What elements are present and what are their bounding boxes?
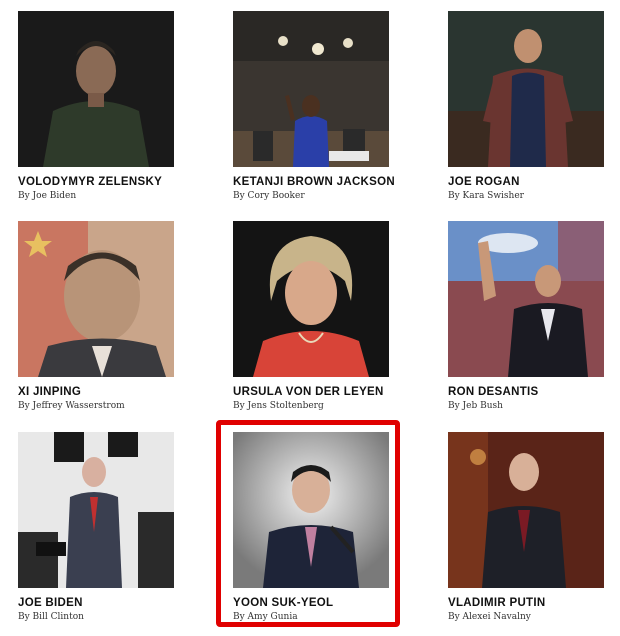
card-byline: By Jeffrey Wasserstrom — [18, 401, 125, 411]
card-name[interactable]: KETANJI BROWN JACKSON — [233, 176, 395, 189]
portrait-photo[interactable] — [233, 432, 389, 588]
card-byline: By Alexei Navalny — [448, 612, 531, 622]
card-byline: By Amy Gunia — [233, 612, 298, 622]
card-name[interactable]: XI JINPING — [18, 386, 174, 399]
portrait-photo[interactable] — [18, 221, 174, 377]
card-byline: By Kara Swisher — [448, 191, 524, 201]
card-name[interactable]: YOON SUK-YEOL — [233, 597, 389, 610]
portrait-photo[interactable] — [448, 432, 604, 588]
portrait-photo[interactable] — [18, 432, 174, 588]
card-vladimir-putin[interactable]: VLADIMIR PUTIN By Alexei Navalny — [448, 432, 604, 623]
card-byline: By Cory Booker — [233, 191, 305, 201]
card-name[interactable]: JOE BIDEN — [18, 597, 174, 610]
card-joe-biden[interactable]: JOE BIDEN By Bill Clinton — [18, 432, 174, 623]
portrait-photo[interactable] — [233, 221, 389, 377]
card-name[interactable]: RON DESANTIS — [448, 386, 604, 399]
card-byline: By Bill Clinton — [18, 612, 84, 622]
card-ron-desantis[interactable]: RON DESANTIS By Jeb Bush — [448, 221, 604, 412]
card-name[interactable]: VLADIMIR PUTIN — [448, 597, 604, 610]
card-xi-jinping[interactable]: XI JINPING By Jeffrey Wasserstrom — [18, 221, 174, 412]
card-ketanji-brown-jackson[interactable]: KETANJI BROWN JACKSON By Cory Booker — [233, 11, 395, 202]
card-yoon-suk-yeol[interactable]: YOON SUK-YEOL By Amy Gunia — [233, 432, 389, 623]
card-name[interactable]: JOE ROGAN — [448, 176, 604, 189]
portrait-photo[interactable] — [448, 221, 604, 377]
card-ursula-von-der-leyen[interactable]: URSULA VON DER LEYEN By Jens Stoltenberg — [233, 221, 389, 412]
card-volodymyr-zelensky[interactable]: VOLODYMYR ZELENSKY By Joe Biden — [18, 11, 174, 202]
card-name[interactable]: URSULA VON DER LEYEN — [233, 386, 389, 399]
portrait-photo[interactable] — [448, 11, 604, 167]
card-byline: By Jeb Bush — [448, 401, 503, 411]
card-joe-rogan[interactable]: JOE ROGAN By Kara Swisher — [448, 11, 604, 202]
card-byline: By Joe Biden — [18, 191, 77, 201]
portrait-photo[interactable] — [233, 11, 389, 167]
card-byline: By Jens Stoltenberg — [233, 401, 324, 411]
card-name[interactable]: VOLODYMYR ZELENSKY — [18, 176, 174, 189]
portrait-photo[interactable] — [18, 11, 174, 167]
